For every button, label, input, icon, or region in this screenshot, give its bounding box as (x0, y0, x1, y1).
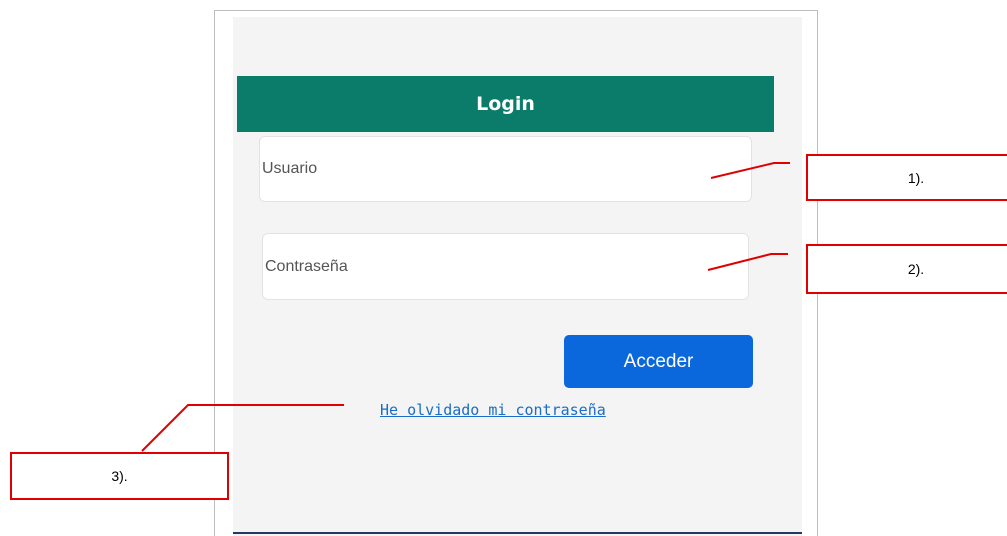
annotation-callout-3: 3). (10, 452, 229, 500)
password-field[interactable] (262, 233, 749, 300)
annotation-callout-2: 2). (806, 244, 1007, 294)
login-header: Login (237, 76, 774, 132)
callout-1-label: 1). (907, 169, 925, 186)
callout-2-label: 2). (907, 261, 925, 277)
password-input[interactable] (265, 257, 748, 276)
callout-3-label: 3). (111, 468, 128, 484)
login-title: Login (476, 93, 535, 115)
panel-bottom-border (233, 532, 802, 534)
username-input[interactable] (262, 160, 751, 178)
annotation-callout-1: 1). (806, 154, 1007, 201)
username-field[interactable] (259, 136, 752, 202)
forgot-password-link[interactable]: He olvidado mi contraseña (380, 401, 606, 419)
acceder-button[interactable]: Acceder (564, 335, 753, 388)
